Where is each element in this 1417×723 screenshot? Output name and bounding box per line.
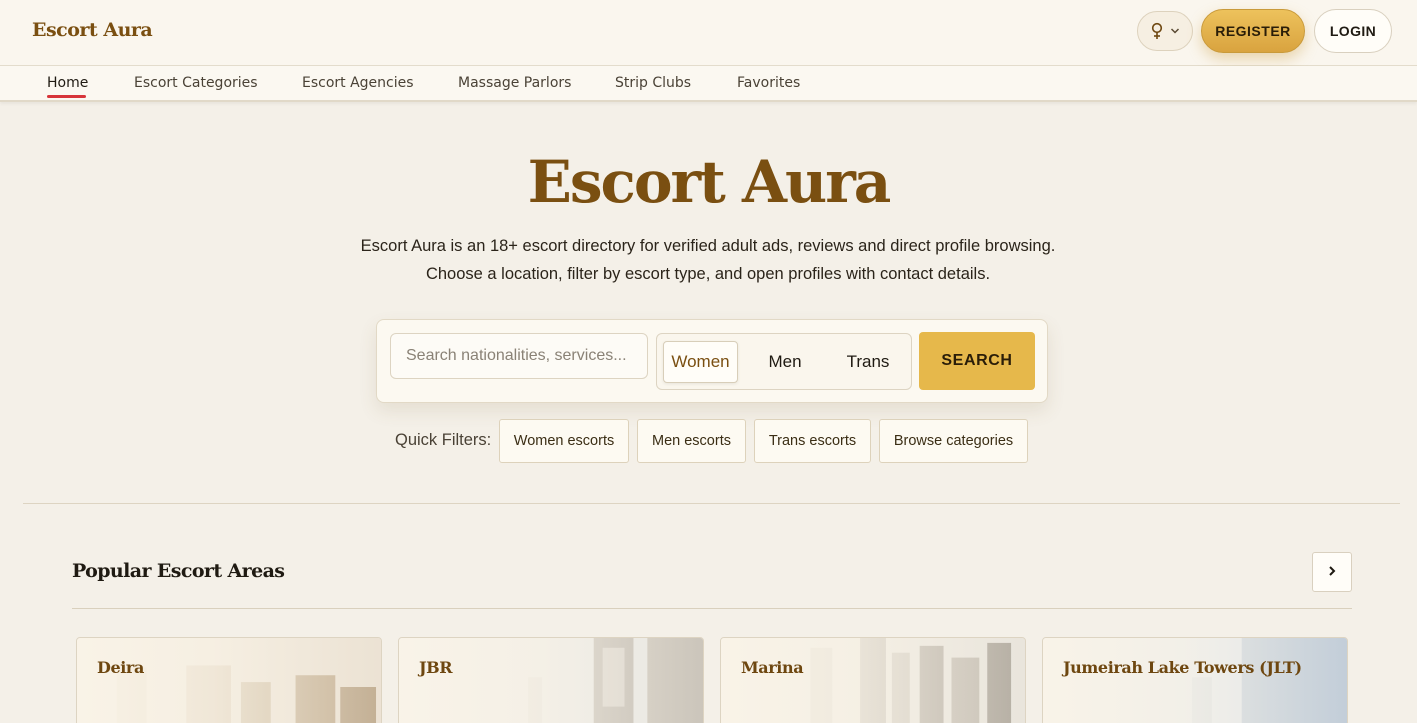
area-name: Marina (741, 658, 804, 677)
register-button[interactable]: REGISTER (1201, 9, 1305, 53)
nav-item-favorites[interactable]: Favorites (737, 75, 800, 91)
nav-active-indicator (47, 95, 86, 98)
type-option-trans[interactable]: Trans (831, 341, 905, 383)
area-name: Jumeirah Lake Towers (JLT) (1063, 658, 1302, 677)
nav-item-escort-agencies[interactable]: Escort Agencies (302, 75, 414, 91)
area-card-deira[interactable]: Deira (76, 637, 382, 723)
areas-divider (72, 608, 1352, 609)
chevron-down-icon (1170, 27, 1180, 35)
login-button[interactable]: LOGIN (1314, 9, 1392, 53)
main-nav: Home Escort Categories Escort Agencies M… (0, 66, 1417, 102)
nav-item-massage-parlors[interactable]: Massage Parlors (458, 75, 571, 91)
top-header: Escort Aura REGISTER LOGIN (0, 0, 1417, 66)
hero-title: Escort Aura (527, 148, 892, 216)
nav-item-home[interactable]: Home (47, 75, 88, 91)
search-card: Women Men Trans SEARCH (376, 319, 1048, 403)
quick-filter-women-escorts[interactable]: Women escorts (499, 419, 629, 463)
quick-filters-label: Quick Filters: (395, 431, 492, 449)
type-option-women[interactable]: Women (663, 341, 738, 383)
escort-type-toggle: Women Men Trans (656, 333, 912, 390)
area-card-marina[interactable]: Marina (720, 637, 1026, 723)
type-option-men[interactable]: Men (749, 341, 821, 383)
area-card-jbr[interactable]: JBR (398, 637, 704, 723)
area-name: JBR (419, 658, 453, 677)
quick-filter-men-escorts[interactable]: Men escorts (637, 419, 746, 463)
search-input[interactable] (390, 333, 648, 379)
female-symbol-icon (1150, 22, 1164, 40)
quick-filter-browse-categories[interactable]: Browse categories (879, 419, 1028, 463)
area-card-jlt[interactable]: Jumeirah Lake Towers (JLT) (1042, 637, 1348, 723)
brand-logo[interactable]: Escort Aura (32, 19, 153, 41)
hero-description: Escort Aura is an 18+ escort directory f… (360, 237, 1056, 283)
nav-item-strip-clubs[interactable]: Strip Clubs (615, 75, 691, 91)
carousel-next-button[interactable] (1312, 552, 1352, 592)
gender-select[interactable] (1137, 11, 1193, 51)
area-name: Deira (97, 658, 144, 677)
popular-areas-title: Popular Escort Areas (72, 560, 285, 582)
nav-item-escort-categories[interactable]: Escort Categories (134, 75, 258, 91)
quick-filter-trans-escorts[interactable]: Trans escorts (754, 419, 871, 463)
section-divider (23, 503, 1400, 504)
chevron-right-icon (1327, 565, 1337, 580)
search-button[interactable]: SEARCH (919, 332, 1035, 390)
